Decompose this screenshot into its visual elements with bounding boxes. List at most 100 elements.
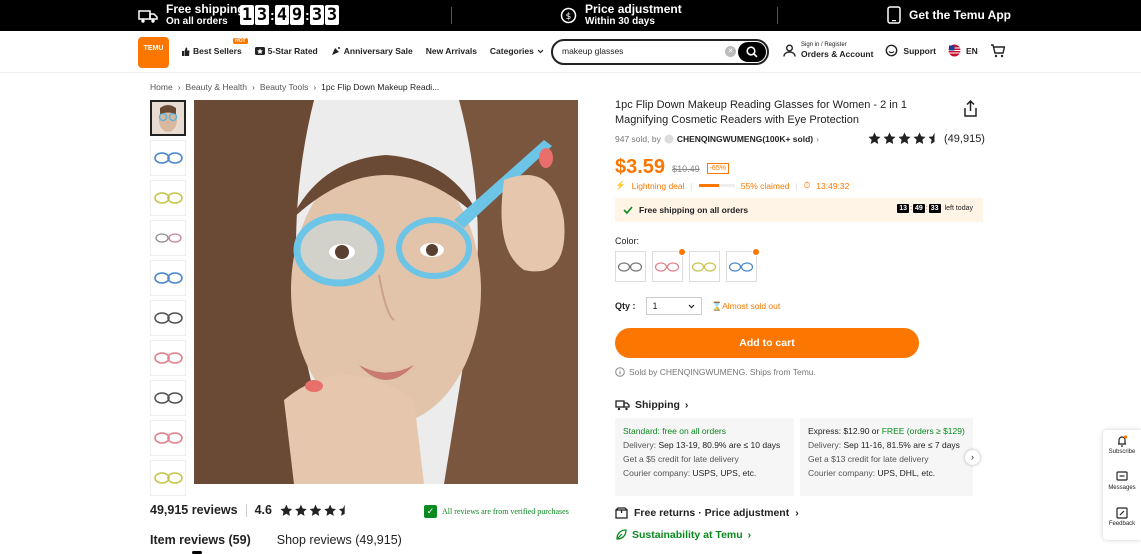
discount-badge: -65% (706, 163, 729, 174)
main-product-image[interactable] (194, 100, 578, 484)
quantity-select[interactable]: 1 (645, 297, 702, 315)
rating-stars (280, 504, 345, 516)
rating-stars (868, 132, 935, 144)
deal-timer: 13:49:32 (816, 180, 850, 191)
thumbnail[interactable] (150, 380, 186, 416)
thumbnail[interactable] (150, 420, 186, 456)
site-header: TEMU Best Sellers HOT 5-Star Rated Anniv… (0, 31, 1141, 73)
hot-dot (678, 248, 686, 256)
nav-label: Anniversary Sale (343, 46, 413, 56)
color-swatch[interactable] (726, 248, 760, 282)
thumbnail[interactable] (150, 220, 186, 256)
shipping-next-button[interactable]: › (965, 450, 980, 465)
lightning-deal-label: Lightning deal (631, 180, 685, 191)
leaf-icon (616, 529, 627, 540)
nav-new-arrivals[interactable]: New Arrivals (426, 46, 477, 56)
returns-link[interactable]: Free returns · Price adjustment › (615, 507, 799, 519)
header-actions: Sign in / Register Orders & Account Supp… (783, 42, 1005, 59)
support-link[interactable]: Support (885, 44, 936, 57)
feedback-label: Feedback (1108, 521, 1136, 527)
cart-icon[interactable] (990, 43, 1005, 58)
breadcrumb-home[interactable]: Home (150, 82, 173, 92)
product-rating[interactable]: (49,915) (868, 132, 985, 145)
search-bar[interactable]: makeup glasses ✕ (551, 39, 769, 65)
thumbnail[interactable] (150, 180, 186, 216)
shipping-heading[interactable]: Shipping › (615, 399, 688, 411)
sold-by-text: Sold by CHENQINGWUMENG. Ships from Temu. (629, 367, 816, 377)
sold-by-note: Sold by CHENQINGWUMENG. Ships from Temu. (615, 367, 816, 377)
countdown-seconds: 33 (928, 204, 941, 213)
messages-button[interactable]: Messages (1103, 466, 1141, 502)
temu-logo[interactable]: TEMU (138, 37, 169, 68)
breadcrumb: Home › Beauty & Health › Beauty Tools › 1pc… (150, 82, 439, 92)
subscribe-button[interactable]: Subscribe (1103, 430, 1141, 466)
feedback-button[interactable]: Feedback (1103, 502, 1141, 538)
feedback-icon (1116, 507, 1128, 519)
chevron-right-icon: › (795, 507, 799, 519)
get-app-link[interactable]: Get the Temu App (887, 6, 1011, 24)
product-title: 1pc Flip Down Makeup Reading Glasses for… (615, 99, 908, 126)
thumbnail[interactable] (150, 300, 186, 336)
sustainability-text: Sustainability at Temu (632, 529, 743, 541)
claimed-text: 55% claimed (740, 180, 790, 191)
message-icon (1116, 471, 1128, 481)
store-link[interactable]: CHENQINGWUMENG(100K+ sold) (677, 134, 813, 144)
color-swatch[interactable] (652, 248, 686, 282)
express-delivery: Sep 11-16, 81.5% are ≤ 7 days (843, 440, 960, 450)
thumbs-up-icon (182, 47, 190, 56)
bell-icon (1118, 435, 1128, 447)
sustainability-link[interactable]: Sustainability at Temu › (615, 529, 751, 541)
express-title-a: Express: $12.90 or (808, 426, 880, 436)
info-icon (615, 367, 625, 377)
timer-digit: 3 (310, 5, 324, 25)
truck-icon (138, 9, 158, 23)
tab-item-reviews[interactable]: Item reviews (59) (150, 533, 251, 554)
language-selector[interactable]: EN (948, 44, 978, 57)
thumbnail[interactable] (150, 460, 186, 496)
search-button[interactable] (738, 42, 766, 62)
thumbnail[interactable] (150, 260, 186, 296)
nav-anniversary[interactable]: Anniversary Sale (331, 46, 413, 56)
divider (777, 7, 778, 24)
divider (451, 7, 452, 24)
glasses-thumbnail (154, 312, 183, 324)
standard-shipping-card: Standard: free on all orders Delivery: S… (615, 418, 794, 496)
share-icon[interactable] (962, 100, 979, 117)
subscribe-label: Subscribe (1108, 449, 1136, 455)
countdown-hours: 13 (897, 204, 910, 213)
almost-sold-out-text: Almost sold out (722, 300, 781, 311)
clear-search-icon[interactable]: ✕ (725, 46, 736, 57)
breadcrumb-beauty-health[interactable]: Beauty & Health (186, 82, 247, 92)
tab-shop-reviews[interactable]: Shop reviews (49,915) (277, 533, 402, 547)
breadcrumb-beauty-tools[interactable]: Beauty Tools (260, 82, 309, 92)
support-label: Support (903, 45, 936, 56)
thumbnail[interactable] (150, 100, 186, 136)
free-shipping-text: Free shipping on all orders (639, 205, 749, 215)
verified-text: All reviews are from verified purchases (442, 507, 569, 516)
floating-sidebar: Subscribe Messages Feedback (1103, 430, 1141, 540)
color-swatch[interactable] (689, 251, 720, 282)
price-adjustment-banner[interactable]: $ Price adjustment Within 30 days (560, 3, 682, 28)
search-input[interactable]: makeup glasses (562, 46, 623, 56)
nav-label: Categories (489, 46, 534, 56)
add-to-cart-button[interactable]: Add to cart (615, 328, 919, 358)
free-shipping-banner[interactable]: Free shipping On all orders (138, 3, 245, 28)
thumbnail[interactable] (150, 140, 186, 176)
nav-five-star[interactable]: 5-Star Rated (254, 46, 318, 56)
nav-categories[interactable]: Categories (490, 46, 544, 56)
store-avatar-icon (664, 134, 674, 144)
thumbnail[interactable] (150, 340, 186, 376)
left-today-text: left today (944, 205, 973, 212)
promo-bar: Free shipping On all orders 1 3 : 4 9 : … (0, 0, 1141, 31)
glasses-thumbnail (154, 432, 183, 444)
reviews-summary: 49,915 reviews 4.6 (150, 503, 352, 517)
messages-label: Messages (1108, 485, 1136, 491)
us-flag-icon (948, 44, 961, 57)
nav-best-sellers[interactable]: Best Sellers HOT (181, 38, 248, 56)
account-menu[interactable]: Sign in / Register Orders & Account (783, 42, 873, 59)
dollar-circle-icon: $ (560, 7, 577, 24)
chevron-right-icon: › (816, 134, 819, 144)
return-box-icon (615, 507, 628, 519)
color-swatches (615, 248, 760, 282)
color-swatch[interactable] (615, 251, 646, 282)
